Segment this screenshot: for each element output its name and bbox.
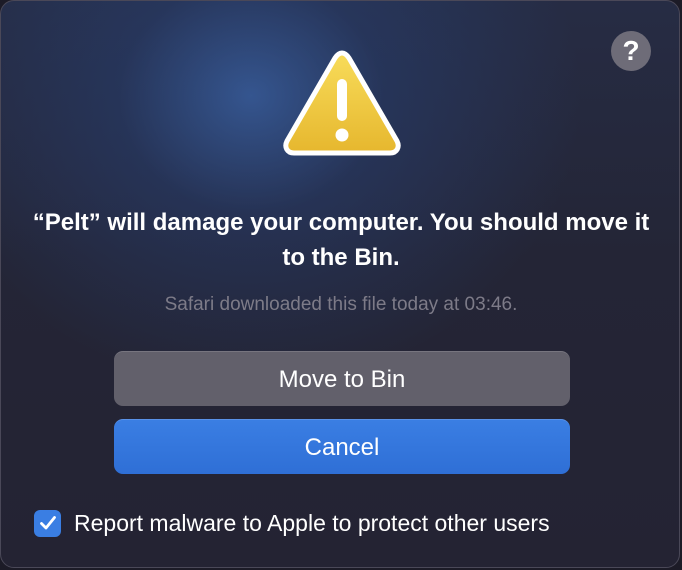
download-info-text: Safari downloaded this file today at 03:… xyxy=(164,294,518,315)
malware-alert-dialog: ? “Pelt” will damage your computer. You … xyxy=(0,0,680,568)
move-to-bin-button[interactable]: Move to Bin xyxy=(114,351,570,406)
checkmark-icon xyxy=(39,516,56,530)
help-button[interactable]: ? xyxy=(611,31,651,71)
report-malware-label: Report malware to Apple to protect other… xyxy=(74,509,550,536)
help-icon: ? xyxy=(622,35,640,66)
cancel-button[interactable]: Cancel xyxy=(114,419,570,474)
report-malware-checkbox[interactable] xyxy=(34,509,61,537)
dialog-title: “Pelt” will damage your computer. You sh… xyxy=(32,209,650,271)
warning-triangle-icon xyxy=(283,49,401,157)
report-malware-option[interactable]: Report malware to Apple to protect other… xyxy=(34,505,550,541)
